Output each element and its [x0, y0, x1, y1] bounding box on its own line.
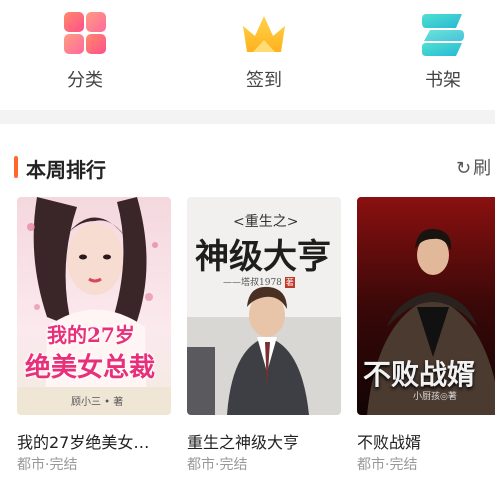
cover-title-line1: 我的27岁: [47, 323, 135, 347]
quick-nav-bookshelf-label: 书架: [425, 70, 461, 91]
refresh-label: 刷: [473, 158, 492, 179]
cover-author: ——塔叔1978 著: [223, 275, 295, 288]
book-title[interactable]: 重生之神级大亨: [187, 429, 357, 453]
crown-icon: [243, 16, 285, 52]
book-cover[interactable]: 我的27岁 绝美女总裁 顾小三 • 著: [17, 197, 171, 415]
book-cover[interactable]: <重生之> 神级大亨 ——塔叔1978 著: [187, 197, 341, 415]
quick-nav-signin-label: 签到: [246, 70, 282, 91]
section-accent-bar: [14, 156, 18, 178]
weekly-ranking-header: 本周排行 ↻ 刷: [0, 124, 495, 196]
quick-nav-category-label: 分类: [67, 70, 103, 91]
cover-title: 不败战婿: [363, 358, 476, 391]
bookshelf-icon: [422, 14, 464, 56]
cover-prefix: <重生之>: [233, 214, 299, 230]
cover-author: 小厨孩◎著: [413, 392, 457, 402]
cover-author-mark: 著: [284, 277, 295, 288]
refresh-button[interactable]: ↻ 刷: [456, 154, 491, 180]
book-meta: 都市·完结: [17, 457, 78, 473]
book-meta: 都市·完结: [187, 457, 248, 473]
cover-author-name: ——塔叔1978: [223, 278, 282, 288]
section-title: 本周排行: [26, 158, 106, 182]
quick-nav: 分类 签到 书架: [0, 0, 495, 110]
grid-category-icon: [64, 12, 106, 54]
refresh-icon: ↻: [456, 158, 472, 179]
book-meta: 都市·完结: [357, 457, 418, 473]
book-title[interactable]: 我的27岁绝美女…: [17, 429, 187, 453]
book-title[interactable]: 不败战婿: [357, 429, 495, 453]
section-divider: [0, 110, 495, 124]
cover-title: 神级大亨: [195, 237, 331, 277]
cover-title-line2: 绝美女总裁: [25, 353, 156, 383]
book-cover[interactable]: 不败战婿 小厨孩◎著: [357, 197, 495, 415]
cover-author: 顾小三 • 著: [71, 397, 124, 408]
